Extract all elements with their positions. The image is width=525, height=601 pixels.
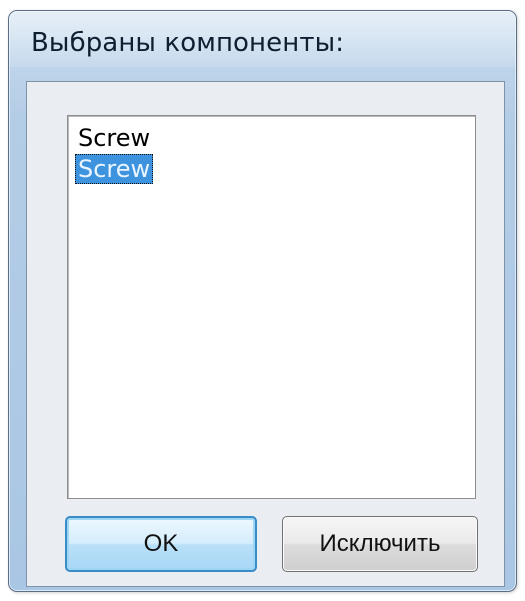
list-item[interactable]: Screw [75,123,153,153]
list-item-selected[interactable]: Screw [75,154,154,184]
dialog-client-area: Screw Screw OK Исключить [26,81,505,587]
ok-button[interactable]: OK [65,516,257,572]
dialog-window: Выбраны компоненты: Screw Screw OK Исклю… [8,10,517,592]
dialog-title: Выбраны компоненты: [31,28,345,58]
exclude-button[interactable]: Исключить [282,516,478,572]
components-listbox[interactable]: Screw Screw [67,115,476,499]
